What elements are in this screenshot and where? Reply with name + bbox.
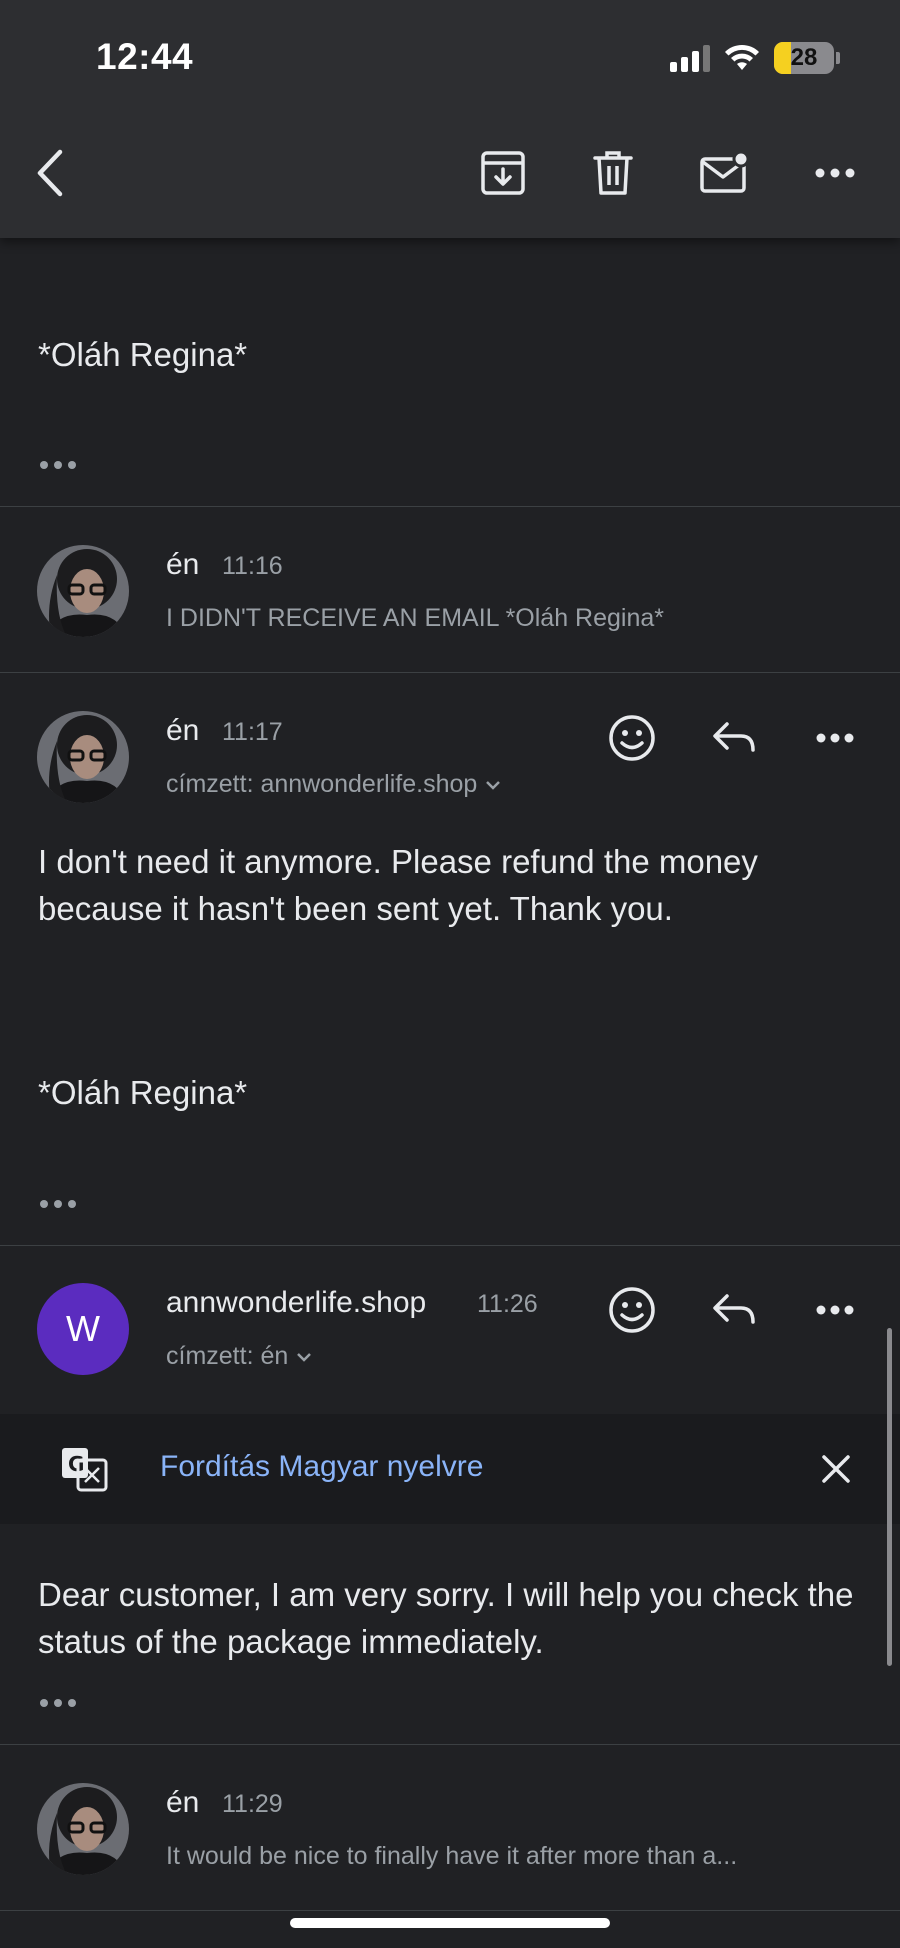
trash-icon <box>593 151 633 195</box>
message-snippet: I DIDN'T RECEIVE AN EMAIL *Oláh Regina* <box>166 604 665 632</box>
message-body: Dear customer, I am very sorry. I will h… <box>38 1576 854 1660</box>
divider <box>0 672 900 673</box>
battery-percent: 28 <box>790 44 818 71</box>
more-icon <box>815 168 855 178</box>
chevron-down-icon <box>486 780 501 790</box>
mark-unread-icon <box>700 150 750 193</box>
delete-button[interactable] <box>585 145 641 201</box>
mark-unread-button[interactable] <box>697 145 753 201</box>
avatar[interactable] <box>37 711 129 803</box>
message-signature: *Oláh Regina* <box>38 1074 248 1111</box>
avatar[interactable] <box>37 1783 129 1875</box>
back-button[interactable] <box>22 145 78 201</box>
translate-link[interactable]: Fordítás Magyar nyelvre <box>160 1450 483 1484</box>
reply-button[interactable] <box>704 708 764 768</box>
more-icon <box>816 733 854 743</box>
svg-text:G: G <box>68 1452 84 1476</box>
scrollbar[interactable] <box>887 1328 892 1666</box>
chevron-down-icon <box>297 1352 312 1362</box>
divider <box>0 1910 900 1911</box>
battery-tip <box>836 52 840 64</box>
emoji-icon <box>609 715 655 761</box>
back-icon <box>37 149 63 197</box>
add-reaction-button[interactable] <box>602 1280 662 1340</box>
show-trimmed-content-button[interactable] <box>40 1699 76 1707</box>
show-trimmed-content-button[interactable] <box>40 1200 76 1208</box>
sender-name: annwonderlife.shop <box>166 1286 427 1319</box>
avatar[interactable]: W <box>37 1283 129 1375</box>
more-icon <box>816 1305 854 1315</box>
show-trimmed-content-button[interactable] <box>40 461 76 469</box>
recipient-details-toggle[interactable]: címzett: én <box>166 1342 312 1371</box>
battery-fill <box>774 42 791 74</box>
recipient-details-toggle[interactable]: címzett: annwonderlife.shop <box>166 770 501 799</box>
add-reaction-button[interactable] <box>602 708 662 768</box>
translate-icon: G <box>62 1448 108 1492</box>
reply-button[interactable] <box>704 1280 764 1340</box>
wifi-icon <box>725 44 759 70</box>
sender-name: én <box>166 548 200 581</box>
sender-name: én <box>166 1786 200 1819</box>
battery-icon: 28 <box>774 42 834 74</box>
more-options-button[interactable] <box>807 145 863 201</box>
message-body: I don't need it anymore. Please refund t… <box>38 843 758 927</box>
divider <box>0 1245 900 1246</box>
reply-icon <box>713 722 755 752</box>
status-time: 12:44 <box>96 36 194 77</box>
avatar[interactable] <box>37 545 129 637</box>
status-icons: 28 <box>670 42 840 74</box>
reply-icon <box>713 1294 755 1324</box>
message-time: 11:26 <box>477 1290 538 1318</box>
home-indicator[interactable] <box>290 1918 610 1928</box>
emoji-icon <box>609 1287 655 1333</box>
message-time: 11:29 <box>222 1790 283 1818</box>
cellular-signal-icon <box>670 44 710 72</box>
translate-banner: G Fordítás Magyar nyelvre <box>0 1414 900 1524</box>
message-time: 11:17 <box>222 718 283 746</box>
message-more-button[interactable] <box>805 708 865 768</box>
message-more-button[interactable] <box>805 1280 865 1340</box>
recipient-label: címzett: annwonderlife.shop <box>166 770 478 798</box>
message-time: 11:16 <box>222 552 283 580</box>
divider <box>0 506 900 507</box>
archive-button[interactable] <box>475 145 531 201</box>
divider <box>0 1744 900 1745</box>
message-signature: *Oláh Regina* <box>38 336 248 373</box>
close-icon <box>822 1455 850 1483</box>
sender-name: én <box>166 714 200 747</box>
archive-icon <box>481 151 525 195</box>
top-bar: 12:44 28 <box>0 0 900 238</box>
recipient-label: címzett: én <box>166 1342 289 1370</box>
close-translate-button[interactable] <box>806 1439 866 1499</box>
message-snippet: It would be nice to finally have it afte… <box>166 1842 738 1870</box>
